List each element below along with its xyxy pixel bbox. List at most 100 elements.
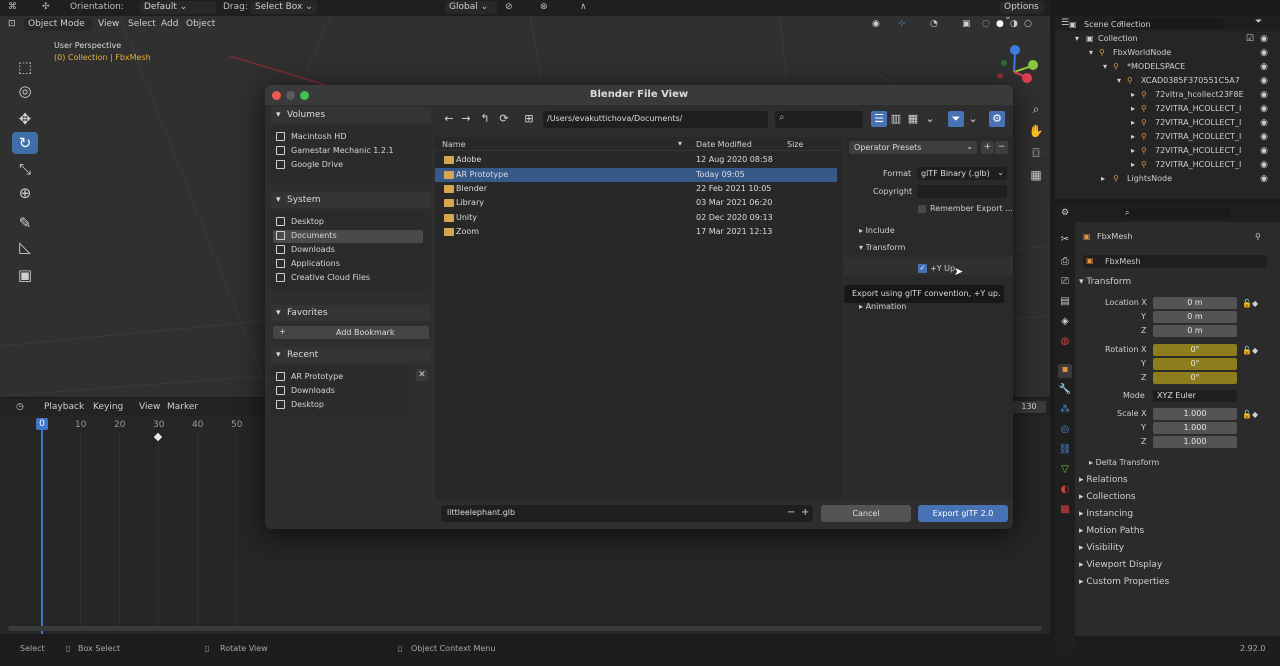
transform-orientation-dropdown[interactable]: Global ⌄ bbox=[445, 1, 497, 14]
file-row[interactable]: Adobe 12 Aug 2020 08:58 bbox=[435, 153, 837, 167]
decrement-filename-icon[interactable]: − bbox=[787, 507, 795, 518]
outliner-row[interactable]: ▸ ⚲ 72VITRA_HCOLLECT_I ◉ bbox=[1055, 158, 1280, 172]
physics-tab-icon[interactable]: ◎ bbox=[1058, 424, 1072, 438]
options-dropdown[interactable]: Options ⌄ bbox=[1000, 1, 1044, 22]
volume-macintosh-hd[interactable]: Macintosh HD bbox=[273, 131, 423, 144]
scale-z-field[interactable]: 1.000 bbox=[1153, 436, 1237, 448]
file-row[interactable]: AR Prototype Today 09:05 bbox=[435, 168, 837, 182]
location-z-field[interactable]: 0 m bbox=[1153, 325, 1237, 337]
filename-input[interactable]: littleelephant.glb bbox=[441, 505, 813, 522]
object-tab-icon[interactable]: ▪ bbox=[1058, 364, 1072, 378]
checkbox-icon[interactable]: ☑ bbox=[1246, 34, 1254, 44]
eye-icon[interactable]: ◉ bbox=[1260, 34, 1268, 44]
view-layer-tab-icon[interactable]: ▤ bbox=[1058, 296, 1072, 310]
instancing-panel[interactable]: ▸ Instancing bbox=[1079, 509, 1133, 519]
eye-icon[interactable]: ◉ bbox=[1260, 146, 1268, 156]
transform-icon[interactable]: ✣ bbox=[42, 2, 50, 12]
horizontal-list-icon[interactable]: ▥ bbox=[888, 111, 904, 127]
system-applications[interactable]: Applications bbox=[273, 258, 423, 271]
output-tab-icon[interactable]: ⎚ bbox=[1058, 276, 1072, 290]
tool-tab-icon[interactable]: ✂ bbox=[1058, 234, 1072, 248]
eye-icon[interactable]: ◉ bbox=[1260, 174, 1268, 184]
eye-icon[interactable]: ◉ bbox=[1260, 76, 1268, 86]
refresh-icon[interactable]: ⟳ bbox=[496, 111, 512, 127]
relations-panel[interactable]: ▸ Relations bbox=[1079, 475, 1128, 485]
shading-rendered-icon[interactable]: ○ bbox=[1024, 19, 1032, 29]
shading-wireframe-icon[interactable]: ◌ bbox=[982, 19, 990, 29]
rotation-x-field[interactable]: 0° bbox=[1153, 344, 1237, 356]
scene-tab-icon[interactable]: ◈ bbox=[1058, 316, 1072, 330]
add-bookmark-button[interactable]: + Add Bookmark bbox=[273, 326, 429, 339]
outliner-row[interactable]: ▾ ⚲ FbxWorldNode ◉ bbox=[1055, 46, 1280, 60]
overlay-icon[interactable]: ◔ bbox=[930, 19, 938, 29]
shading-material-icon[interactable]: ◑ bbox=[1010, 19, 1018, 29]
filter-icon[interactable]: ⏷ bbox=[948, 111, 964, 127]
particles-tab-icon[interactable]: ⁂ bbox=[1058, 404, 1072, 418]
mode-dropdown[interactable]: Object Mode bbox=[24, 18, 92, 31]
file-row[interactable]: Zoom 17 Mar 2021 12:13 bbox=[435, 225, 837, 239]
file-row[interactable]: Library 03 Mar 2021 06:20 bbox=[435, 196, 837, 210]
properties-search-input[interactable]: ⌕ bbox=[1121, 208, 1231, 219]
menu-marker[interactable]: Marker bbox=[167, 402, 198, 412]
zoom-icon[interactable]: ⌕ bbox=[1028, 102, 1044, 118]
pin-icon[interactable]: ⚲ bbox=[1255, 232, 1261, 241]
data-tab-icon[interactable]: ▽ bbox=[1058, 464, 1072, 478]
file-list[interactable]: Name ▾ Date Modified Size Adobe 12 Aug 20… bbox=[435, 137, 843, 499]
recent-ar-prototype[interactable]: AR Prototype bbox=[273, 371, 403, 384]
outliner[interactable]: ☰ ⌕ ⏷ ▣ Scene Collection ▾ ▣ Collection ☑ ◉ ▾… bbox=[1055, 16, 1280, 199]
outliner-row[interactable]: ▾ ⚲ XCAD0385F370551C5A7 ◉ bbox=[1055, 74, 1280, 88]
material-tab-icon[interactable]: ◐ bbox=[1058, 484, 1072, 498]
settings-gear-icon[interactable]: ⚙ bbox=[989, 111, 1005, 127]
remember-export-checkbox[interactable] bbox=[918, 205, 926, 213]
menu-playback[interactable]: Playback bbox=[44, 402, 84, 412]
menu-select[interactable]: Select bbox=[128, 19, 156, 29]
world-tab-icon[interactable]: ◍ bbox=[1058, 336, 1072, 350]
lock-icon[interactable]: 🔓◆ bbox=[1242, 346, 1258, 355]
menu-add[interactable]: Add bbox=[161, 19, 178, 29]
recent-desktop[interactable]: Desktop bbox=[273, 399, 403, 412]
eye-icon[interactable]: ◉ bbox=[1260, 48, 1268, 58]
date-column-header[interactable]: Date Modified bbox=[696, 140, 752, 149]
outliner-row[interactable]: ▸ ⚲ 72vitra_hcollect23F8E ◉ bbox=[1055, 88, 1280, 102]
rotate-tool[interactable]: ↻ bbox=[12, 132, 38, 154]
rotation-z-field[interactable]: 0° bbox=[1153, 372, 1237, 384]
menu-view[interactable]: View bbox=[98, 19, 119, 29]
orientation-dropdown[interactable]: Default ⌄ bbox=[140, 1, 216, 14]
xray-icon[interactable]: ▣ bbox=[962, 19, 971, 29]
grid-icon[interactable]: ▦ bbox=[1028, 168, 1044, 184]
gizmo-toggle-icon[interactable]: ⊹ bbox=[898, 19, 906, 29]
lock-icon[interactable]: 🔓◆ bbox=[1242, 410, 1258, 419]
scale-y-field[interactable]: 1.000 bbox=[1153, 422, 1237, 434]
system-header[interactable]: ▾ System bbox=[271, 192, 431, 208]
properties-editor[interactable]: ⚙ ⌕ ✂ ⎙ ⎚ ▤ ◈ ◍ ▪ 🔧 ⁂ ◎ ⛓ ▽ ◐ ▩ ▣ FbxMes… bbox=[1055, 206, 1280, 652]
increment-filename-icon[interactable]: + bbox=[801, 507, 809, 518]
properties-editor-icon[interactable]: ⚙ bbox=[1061, 208, 1069, 218]
add-preset-button[interactable]: + bbox=[981, 141, 994, 154]
rotation-y-field[interactable]: 0° bbox=[1153, 358, 1237, 370]
render-tab-icon[interactable]: ⎙ bbox=[1058, 256, 1072, 270]
eye-icon[interactable]: ◉ bbox=[1260, 160, 1268, 170]
sort-arrow-icon[interactable]: ▾ bbox=[678, 139, 682, 148]
clear-recent-icon[interactable]: ✕ bbox=[416, 369, 428, 381]
scale-tool[interactable]: ⤡ bbox=[12, 158, 38, 180]
visibility-panel[interactable]: ▸ Visibility bbox=[1079, 543, 1124, 553]
pivot-icon[interactable]: ⊘ bbox=[505, 2, 513, 12]
outliner-row[interactable]: ▾ ⚲ *MODELSPACE ◉ bbox=[1055, 60, 1280, 74]
collections-panel[interactable]: ▸ Collections bbox=[1079, 492, 1136, 502]
export-gltf-button[interactable]: Export glTF 2.0 bbox=[918, 505, 1008, 522]
editor-type-icon[interactable]: ⌘ bbox=[8, 2, 17, 12]
playhead-frame[interactable]: 0 bbox=[36, 418, 48, 430]
cursor-tool[interactable]: ◎ bbox=[12, 80, 38, 102]
pan-hand-icon[interactable]: ✋ bbox=[1028, 124, 1044, 140]
outliner-row[interactable]: ▸ ⚲ LightsNode ◉ bbox=[1055, 172, 1280, 186]
measure-tool[interactable]: ◺ bbox=[12, 236, 38, 258]
volume-google-drive[interactable]: Google Drive bbox=[273, 159, 423, 172]
transform-panel-header[interactable]: ▾ Transform bbox=[1079, 277, 1131, 287]
operator-presets-dropdown[interactable]: Operator Presets ⌄ bbox=[849, 141, 977, 154]
annotate-tool[interactable]: ✎ bbox=[12, 212, 38, 234]
forward-arrow-icon[interactable]: → bbox=[458, 111, 474, 127]
file-row[interactable]: Unity 02 Dec 2020 09:13 bbox=[435, 211, 837, 225]
thumbnails-icon[interactable]: ▦ bbox=[905, 111, 921, 127]
outliner-row[interactable]: ▸ ⚲ 72VITRA_HCOLLECT_I ◉ bbox=[1055, 102, 1280, 116]
transform-section-header[interactable]: ▾ Transform bbox=[859, 243, 905, 252]
